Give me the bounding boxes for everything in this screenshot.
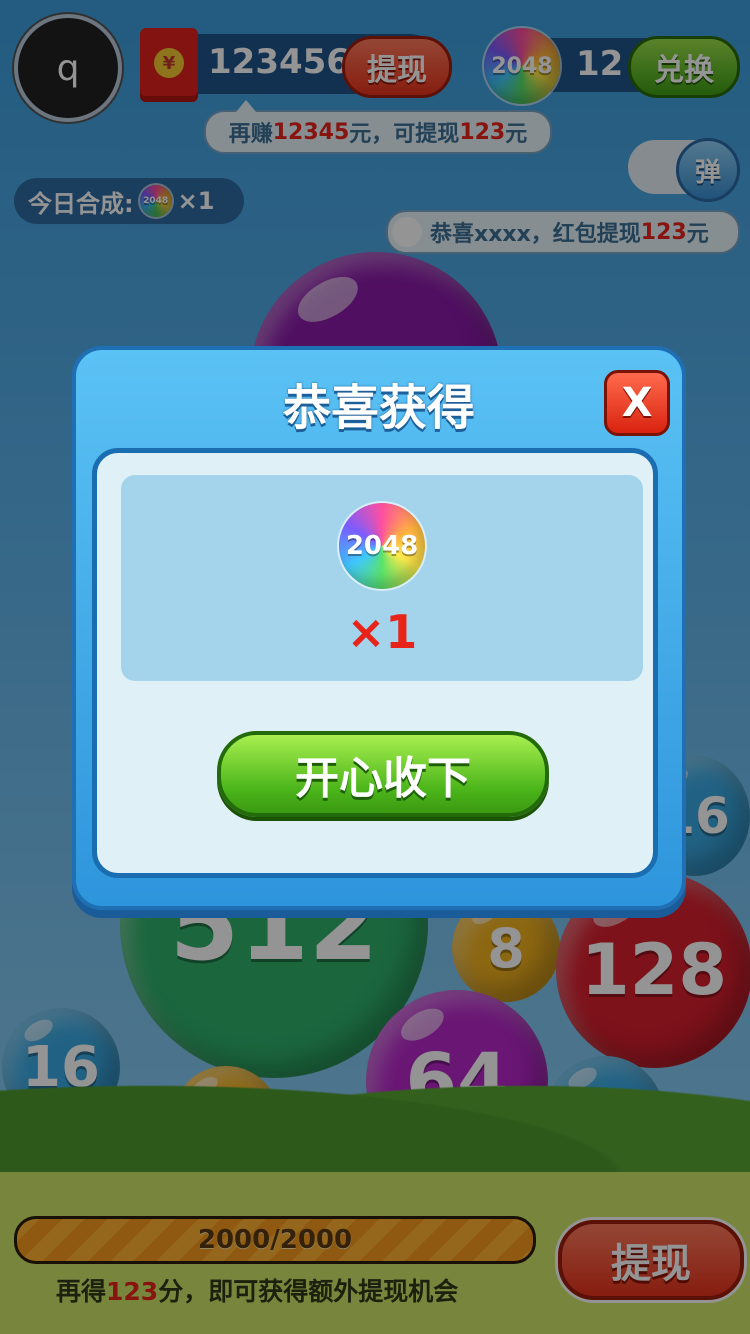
modal-title: 恭喜获得	[282, 380, 475, 436]
reward-box: 2048 ×1	[121, 475, 643, 681]
reward-ball-2048-icon: 2048	[339, 503, 425, 589]
reward-count: ×1	[346, 605, 418, 659]
collect-button[interactable]: 开心收下	[217, 731, 549, 817]
modal-body: 2048 ×1 开心收下	[92, 448, 658, 878]
close-icon: X	[621, 380, 653, 426]
close-button[interactable]: X	[604, 370, 670, 436]
collect-button-label: 开心收下	[295, 753, 471, 804]
reward-ball-label: 2048	[345, 531, 419, 561]
reward-modal: 恭喜获得 X 2048 ×1 开心收下	[72, 346, 686, 910]
